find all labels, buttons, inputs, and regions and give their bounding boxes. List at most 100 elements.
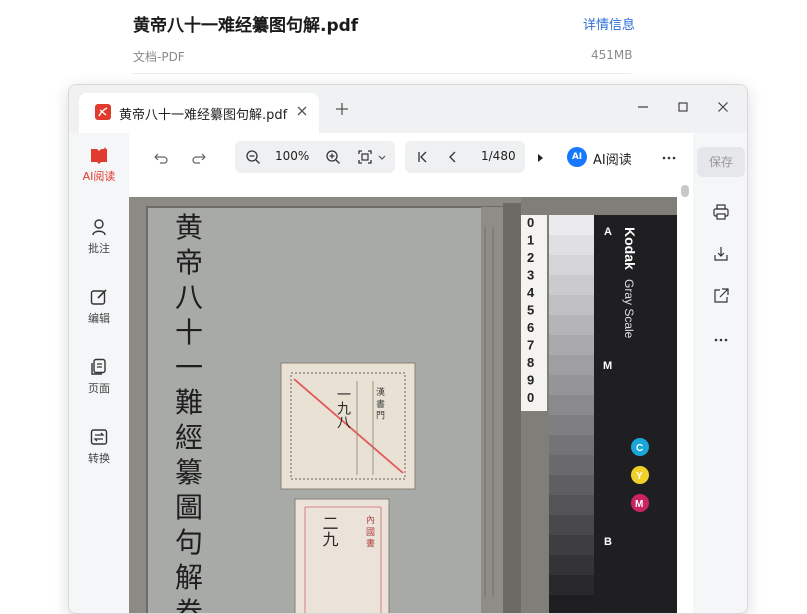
page-nav-group: 1/480 xyxy=(405,141,525,173)
left-sidebar: AI阅读 批注 编辑 页面 转换 xyxy=(69,133,129,613)
zoom-in-icon[interactable] xyxy=(325,149,341,165)
gray-step xyxy=(549,495,594,515)
title-character: 一 xyxy=(175,351,203,384)
color-chip-y: Y xyxy=(631,466,649,484)
title-character: 圖 xyxy=(175,491,203,524)
gray-step xyxy=(549,295,594,315)
ruler-digit: 9 xyxy=(527,373,534,388)
annotate-icon xyxy=(92,219,106,236)
ruler-digit: 4 xyxy=(527,285,535,300)
sidebar-item-pages[interactable]: 页面 xyxy=(69,357,129,407)
file-type: 文档-PDF xyxy=(133,50,185,64)
tab-title: 黄帝八十一难经纂图句解.pdf xyxy=(119,108,288,123)
gray-step xyxy=(549,255,594,275)
zoom-level[interactable]: 100% xyxy=(275,149,309,163)
pages-icon xyxy=(91,358,106,375)
ai-badge: AI xyxy=(567,147,587,167)
sidebar-item-annotate[interactable]: 批注 xyxy=(69,217,129,267)
kodak-subtitle: Gray Scale xyxy=(622,279,636,339)
label-bottom-number: 二九 xyxy=(320,515,339,547)
more-options-icon[interactable] xyxy=(712,331,730,349)
label-top-number: 一九八 xyxy=(335,387,351,429)
prev-page-icon[interactable] xyxy=(445,149,461,165)
gray-step xyxy=(549,235,594,255)
details-link[interactable]: 详情信息 xyxy=(583,14,635,33)
ai-read-icon xyxy=(91,147,107,164)
file-title: 黄帝八十一难经纂图句解.pdf xyxy=(133,16,359,36)
chevron-down-icon[interactable] xyxy=(377,149,387,165)
tab-close-icon[interactable] xyxy=(293,102,311,120)
label-top-header: 漢 書 門 xyxy=(374,386,385,421)
ruler-digit: 0 xyxy=(527,390,534,405)
gray-step xyxy=(549,515,594,535)
gray-step xyxy=(549,435,594,455)
kodak-letter-b: B xyxy=(604,536,612,548)
ruler: 0 1 2 3 4 5 6 7 8 9 0 xyxy=(527,215,535,405)
gray-step xyxy=(549,575,594,595)
fit-page-icon[interactable] xyxy=(357,149,373,165)
download-icon[interactable] xyxy=(712,245,730,263)
sidebar-item-ai-read[interactable]: AI阅读 xyxy=(69,147,129,197)
pdf-file-icon xyxy=(95,104,111,120)
page-indicator[interactable]: 1/480 xyxy=(481,149,516,163)
sidebar-item-label: 编辑 xyxy=(88,312,110,325)
gray-step xyxy=(549,475,594,495)
convert-icon xyxy=(90,429,108,445)
document-canvas[interactable]: 01234567890 Kodak Gray Scale A M B C Y M… xyxy=(129,183,693,614)
title-bar: 黄帝八十一难经纂图句解.pdf xyxy=(69,85,747,133)
edit-icon xyxy=(90,289,107,305)
sidebar-item-label: 批注 xyxy=(88,242,110,255)
sidebar-item-edit[interactable]: 编辑 xyxy=(69,287,129,337)
ai-read-button[interactable]: AI AI阅读 xyxy=(567,141,637,173)
ruler-digit: 0 xyxy=(527,215,534,230)
ruler-digit: 2 xyxy=(527,250,534,265)
gray-step xyxy=(549,395,594,415)
share-icon[interactable] xyxy=(712,287,730,305)
kodak-brand: Kodak xyxy=(622,227,638,270)
kodak-letter-m: M xyxy=(603,360,612,372)
sidebar-item-label: 页面 xyxy=(88,382,110,395)
scanned-page-image: 01234567890 Kodak Gray Scale A M B C Y M… xyxy=(129,197,677,614)
label-bottom-header: 內 國 書 xyxy=(364,515,375,549)
zoom-group: 100% xyxy=(235,141,395,173)
title-character: 帝 xyxy=(175,246,203,279)
title-character: 解 xyxy=(175,561,203,594)
gray-step xyxy=(549,455,594,475)
svg-text:Y: Y xyxy=(636,471,643,482)
ruler-digit: 6 xyxy=(527,320,534,335)
ruler-digit: 7 xyxy=(527,338,534,353)
undo-icon[interactable] xyxy=(153,150,169,166)
new-tab-icon[interactable] xyxy=(334,101,350,117)
next-page-icon[interactable] xyxy=(535,150,545,166)
ruler-digit: 8 xyxy=(527,355,534,370)
ruler-digit: 5 xyxy=(527,303,534,318)
color-chip-c: C xyxy=(631,438,649,456)
first-page-icon[interactable] xyxy=(415,149,431,165)
redo-icon[interactable] xyxy=(191,150,207,166)
vertical-scrollbar[interactable] xyxy=(681,185,689,197)
scanned-page: 01234567890 Kodak Gray Scale A M B C Y M… xyxy=(129,197,677,614)
book-title-vertical: 黄帝八十一難經纂圖句解卷 xyxy=(175,211,203,614)
right-rail: 保存 xyxy=(693,133,747,613)
title-character: 卷 xyxy=(175,596,203,614)
minimize-icon[interactable] xyxy=(635,99,651,115)
more-icon[interactable] xyxy=(661,150,677,166)
zoom-out-icon[interactable] xyxy=(245,149,261,165)
sidebar-item-convert[interactable]: 转换 xyxy=(69,427,129,477)
save-button[interactable]: 保存 xyxy=(697,147,745,177)
title-character: 纂 xyxy=(175,456,203,489)
title-character: 句 xyxy=(175,526,203,559)
gray-step xyxy=(549,315,594,335)
gray-step xyxy=(549,335,594,355)
print-icon[interactable] xyxy=(712,203,730,221)
ruler-digit: 3 xyxy=(527,268,534,283)
divider xyxy=(133,73,631,74)
title-character: 八 xyxy=(175,281,203,314)
maximize-icon[interactable] xyxy=(675,99,691,115)
close-window-icon[interactable] xyxy=(715,99,731,115)
toolbar: 100% 1/480 AI AI阅读 xyxy=(129,133,693,183)
gray-step xyxy=(549,555,594,575)
document-tab[interactable]: 黄帝八十一难经纂图句解.pdf xyxy=(79,93,319,133)
color-chip-m: M xyxy=(631,494,649,512)
gray-scale-steps xyxy=(549,215,594,613)
